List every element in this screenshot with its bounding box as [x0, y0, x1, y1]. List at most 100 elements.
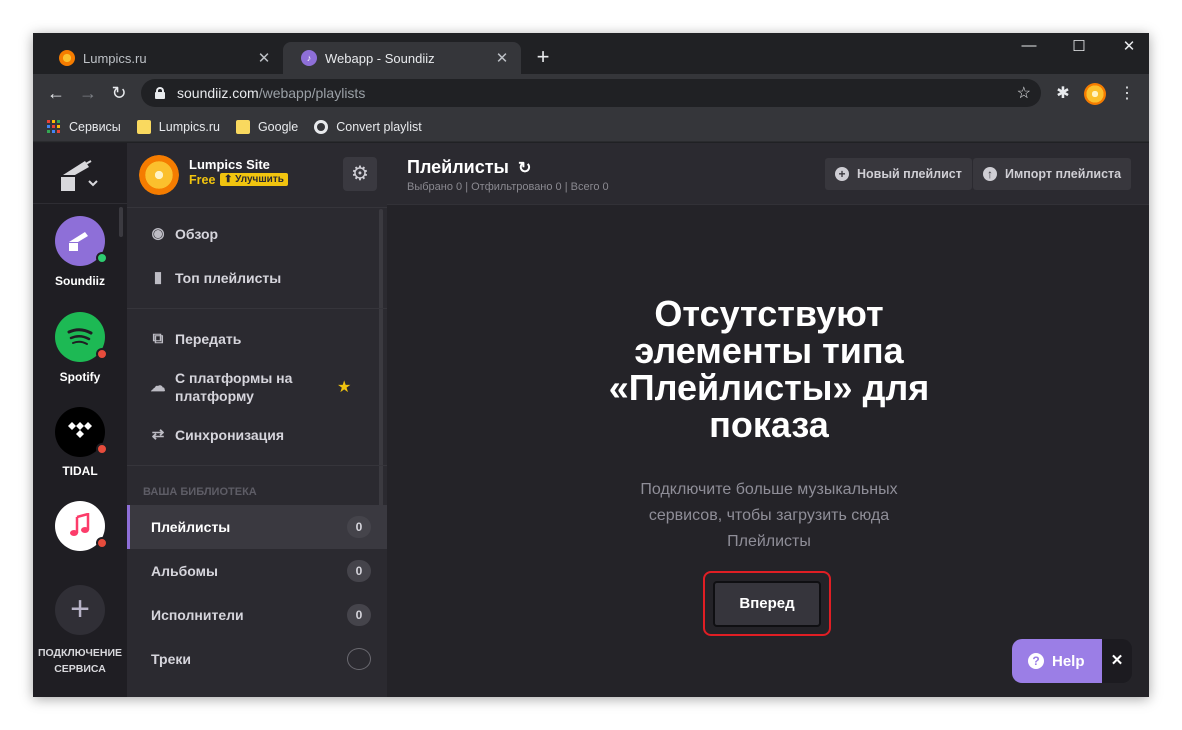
- account-name: Lumpics Site: [189, 157, 270, 172]
- divider: [127, 465, 387, 466]
- nav-label-line: С платформы на: [175, 370, 293, 386]
- import-playlist-button[interactable]: ↑ Импорт плейлиста: [973, 158, 1132, 190]
- empty-sub-line: Плейлисты: [727, 533, 811, 550]
- maximize-icon[interactable]: ☐: [1059, 37, 1099, 55]
- globe-icon: ◉: [151, 225, 165, 242]
- account-avatar[interactable]: [139, 155, 179, 195]
- soundiiz-bird-icon: [69, 232, 88, 251]
- library-playlists[interactable]: Плейлисты 0: [127, 505, 387, 549]
- service-label: Soundiiz: [55, 274, 105, 288]
- extensions-icon[interactable]: ✱: [1052, 83, 1074, 103]
- settings-gear-icon[interactable]: ⚙: [343, 157, 377, 191]
- empty-title-line: показа: [709, 404, 829, 445]
- new-playlist-button[interactable]: + Новый плейлист: [825, 158, 972, 190]
- nav-sync[interactable]: ⇄ Синхронизация: [149, 426, 284, 444]
- refresh-icon[interactable]: ↻: [518, 160, 531, 177]
- transfer-icon: ⧉: [152, 330, 164, 347]
- nav-platform-to-platform[interactable]: ☁ С платформы на платформу: [149, 369, 293, 405]
- service-label: TIDAL: [62, 464, 98, 478]
- nav-label: Топ плейлисты: [175, 270, 282, 286]
- status-dot-icon: [96, 443, 108, 455]
- menu-icon[interactable]: ⋮: [1116, 83, 1138, 103]
- help-button[interactable]: ? Help: [1012, 639, 1102, 683]
- bookmark-lumpics[interactable]: Lumpics.ru: [136, 119, 220, 134]
- selection-summary: Выбрано 0 | Отфильтровано 0 | Всего 0: [407, 181, 609, 193]
- tab-soundiiz[interactable]: ♪ Webapp - Soundiiz ✕: [283, 42, 521, 74]
- library-label: Исполнители: [151, 607, 244, 623]
- status-dot-icon: [96, 252, 108, 264]
- add-service-label-line: СЕРВИСА: [54, 663, 106, 675]
- apps-grid-icon: [47, 119, 61, 134]
- url-host: soundiiz.com: [177, 85, 259, 101]
- help-close-icon[interactable]: ✕: [1102, 639, 1132, 683]
- profile-avatar[interactable]: [1084, 83, 1106, 105]
- empty-state-title: Отсутствуют элементы типа «Плейлисты» дл…: [547, 295, 991, 443]
- count-badge: 0: [347, 516, 371, 538]
- tab-close-icon[interactable]: ✕: [255, 49, 273, 67]
- rail-scrollbar[interactable]: [119, 207, 123, 237]
- loading-circle-icon: [347, 648, 371, 670]
- tab-lumpics[interactable]: Lumpics.ru ✕: [41, 42, 283, 74]
- apple-music-icon: [70, 513, 90, 536]
- service-spotify[interactable]: [55, 312, 108, 362]
- nav-label: Синхронизация: [175, 427, 285, 443]
- bookmark-star-icon[interactable]: ☆: [1017, 83, 1031, 103]
- bookmark-label: Google: [257, 119, 299, 134]
- new-tab-button[interactable]: +: [531, 45, 555, 69]
- add-service-label-line: ПОДКЛЮЧЕНИЕ: [37, 647, 123, 659]
- back-icon[interactable]: ←: [45, 82, 67, 104]
- reload-icon[interactable]: ↻: [108, 82, 130, 104]
- library-label: Треки: [151, 651, 191, 667]
- add-service-label: ПОДКЛЮЧЕНИЕ СЕРВИСА: [33, 645, 127, 677]
- spotify-icon: [67, 328, 93, 345]
- question-icon: ?: [1028, 653, 1044, 669]
- bookmark-label: Convert playlist: [336, 119, 422, 134]
- count-badge: 0: [347, 604, 371, 626]
- tab-strip: Lumpics.ru ✕ ♪ Webapp - Soundiiz ✕ + — ☐…: [33, 33, 1149, 80]
- minimize-icon[interactable]: —: [1009, 37, 1049, 54]
- sidebar-scrollbar[interactable]: [379, 209, 383, 539]
- nav-top-playlists[interactable]: ▮ Топ плейлисты: [149, 269, 281, 287]
- rail-divider: [33, 203, 127, 204]
- empty-state-subtitle: Подключите больше музыкальных сервисов, …: [587, 477, 951, 555]
- empty-sub-line: сервисов, чтобы загрузить сюда: [648, 507, 890, 524]
- count-badge: 0: [347, 560, 371, 582]
- soundiiz-favicon-icon: ♪: [301, 50, 317, 66]
- library-label: Плейлисты: [151, 519, 231, 535]
- library-tracks[interactable]: Треки: [127, 637, 387, 681]
- upgrade-button[interactable]: ⬆ Улучшить: [220, 173, 288, 186]
- soundiiz-logo-icon[interactable]: [55, 155, 105, 195]
- nav-transfer[interactable]: ⧉ Передать: [149, 330, 242, 348]
- premium-star-icon: ★: [337, 379, 352, 396]
- bookmark-services[interactable]: Сервисы: [47, 119, 121, 134]
- bar-chart-icon: ▮: [153, 269, 163, 286]
- button-label: Импорт плейлиста: [1005, 167, 1122, 181]
- service-apple-music[interactable]: [55, 501, 108, 551]
- tab-title: Webapp - Soundiiz: [325, 50, 435, 66]
- nav-overview[interactable]: ◉ Обзор: [149, 225, 218, 243]
- empty-title-line: элементы типа: [634, 330, 904, 371]
- library-section-label: ВАША БИБЛИОТЕКА: [143, 486, 257, 498]
- forward-icon[interactable]: →: [77, 82, 99, 104]
- service-tidal[interactable]: [55, 407, 108, 457]
- empty-title-line: Отсутствуют: [654, 293, 884, 334]
- bookmark-convert-playlist[interactable]: Convert playlist: [314, 119, 422, 134]
- window-close-icon[interactable]: ✕: [1109, 37, 1149, 55]
- library-artists[interactable]: Исполнители 0: [127, 593, 387, 637]
- status-dot-icon: [96, 348, 108, 360]
- service-soundiiz[interactable]: [55, 216, 108, 266]
- services-rail: Soundiiz Spotify TIDAL + ПОДКЛЮЧЕНИЕ СЕР…: [33, 143, 127, 697]
- browser-toolbar: ← → ↻ soundiiz.com/webapp/playlists ☆ ✱ …: [33, 74, 1149, 112]
- tab-close-icon[interactable]: ✕: [493, 49, 511, 67]
- library-albums[interactable]: Альбомы 0: [127, 549, 387, 593]
- page-title: Плейлисты ↻: [407, 157, 531, 178]
- lumpics-favicon-icon: [59, 50, 75, 66]
- add-service-button[interactable]: +: [55, 585, 105, 635]
- nav-label: Обзор: [175, 226, 219, 242]
- address-bar[interactable]: soundiiz.com/webapp/playlists ☆: [141, 79, 1041, 107]
- tab-title: Lumpics.ru: [83, 50, 147, 66]
- forward-button[interactable]: Вперед: [713, 581, 821, 627]
- bookmark-google[interactable]: Google: [235, 119, 299, 134]
- account-plan: Free: [189, 173, 216, 187]
- page-title-text: Плейлисты: [407, 157, 509, 177]
